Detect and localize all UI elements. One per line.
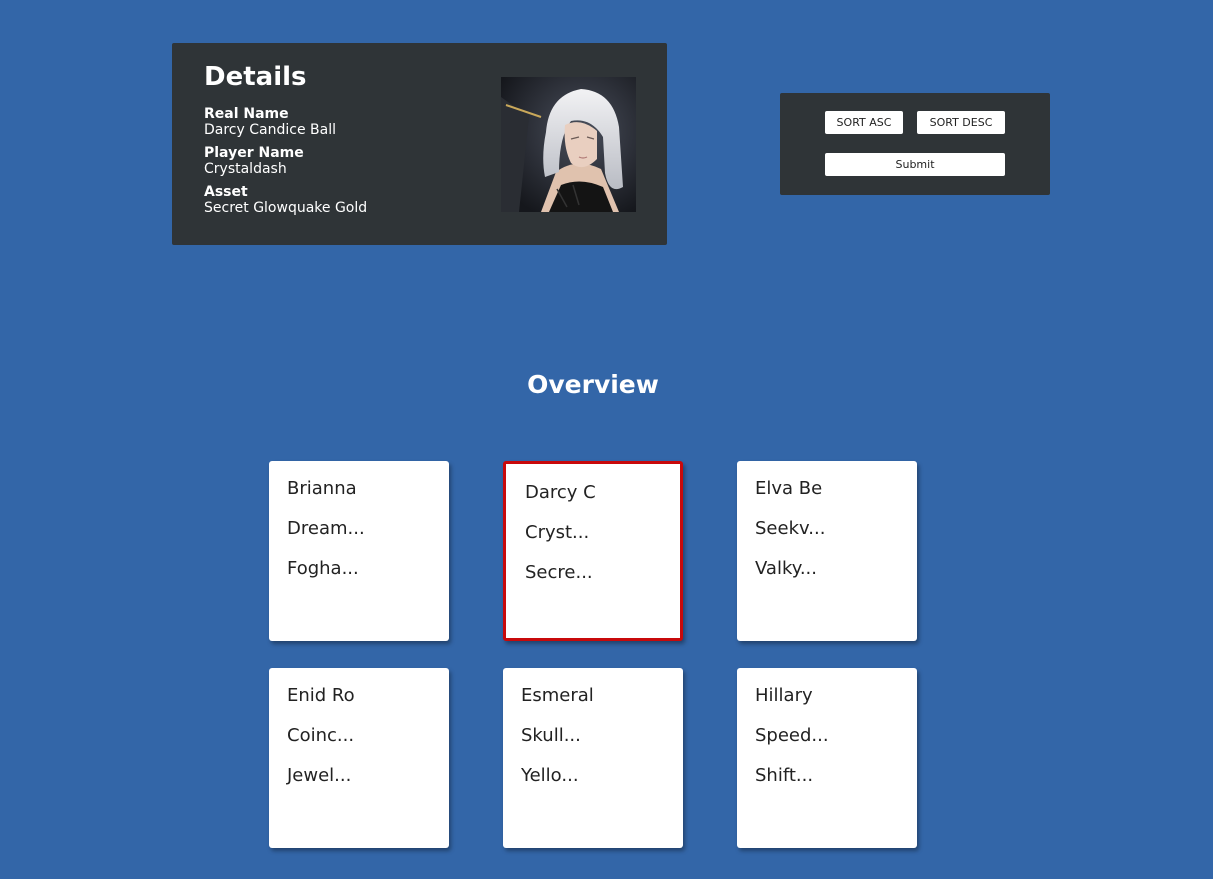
overview-title: Overview xyxy=(527,370,659,399)
card-player: Skull... xyxy=(521,725,581,746)
card-asset: Fogha... xyxy=(287,558,359,579)
player-card[interactable]: Elva Be Seekv... Valky... xyxy=(737,461,917,641)
details-panel: Details Real Name Darcy Candice Ball Pla… xyxy=(172,43,667,245)
card-name: Hillary xyxy=(755,685,813,706)
sort-controls-panel: SORT ASC SORT DESC Submit xyxy=(780,93,1050,195)
player-card[interactable]: Esmeral Skull... Yello... xyxy=(503,668,683,848)
player-card[interactable]: Enid Ro Coinc... Jewel... xyxy=(269,668,449,848)
submit-button[interactable]: Submit xyxy=(825,153,1005,176)
card-player: Seekv... xyxy=(755,518,826,539)
card-asset: Secre... xyxy=(525,562,593,583)
card-asset: Valky... xyxy=(755,558,817,579)
card-name: Enid Ro xyxy=(287,685,355,706)
card-asset: Yello... xyxy=(521,765,579,786)
character-portrait xyxy=(501,77,636,212)
card-name: Elva Be xyxy=(755,478,823,499)
card-player: Speed... xyxy=(755,725,829,746)
card-name: Esmeral xyxy=(521,685,594,706)
player-card[interactable]: Brianna Dream... Fogha... xyxy=(269,461,449,641)
card-player: Cryst... xyxy=(525,522,590,543)
card-player: Coinc... xyxy=(287,725,355,746)
sort-asc-button[interactable]: SORT ASC xyxy=(825,111,903,134)
card-asset: Jewel... xyxy=(287,765,352,786)
card-asset: Shift... xyxy=(755,765,814,786)
player-card[interactable]: Darcy C Cryst... Secre... xyxy=(503,461,683,641)
sort-desc-button[interactable]: SORT DESC xyxy=(917,111,1005,134)
card-name: Darcy C xyxy=(525,482,596,503)
card-player: Dream... xyxy=(287,518,365,539)
card-name: Brianna xyxy=(287,478,357,499)
player-card[interactable]: Hillary Speed... Shift... xyxy=(737,668,917,848)
